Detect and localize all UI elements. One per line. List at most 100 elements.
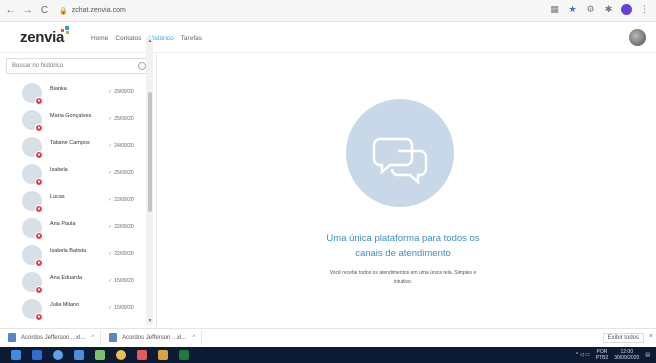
nav-contatos[interactable]: Contatos	[115, 35, 141, 42]
channel-badge-icon: ●	[35, 286, 43, 294]
scroll-down-icon[interactable]: ▼	[147, 318, 153, 324]
back-icon[interactable]: ←	[4, 4, 17, 17]
app-icon[interactable]	[95, 350, 105, 360]
channel-badge-icon: ●	[35, 205, 43, 213]
extension-icon[interactable]: ▦	[549, 4, 560, 15]
contact-date: ✓ 25/09/20	[108, 116, 134, 122]
headline-line-1: Uma única plataforma para todos os	[326, 233, 480, 244]
date-text: 29/09/20	[114, 89, 134, 95]
windows-taskbar: ^ ◁ ▭ POR PTB2 12:00 30/09/2020 ▤	[0, 347, 656, 363]
lock-icon: 🔒	[59, 7, 68, 15]
chat-illustration	[346, 99, 454, 207]
date-text: 22/09/20	[114, 197, 134, 203]
file-icon	[8, 333, 16, 342]
chevron-up-icon[interactable]: ^	[91, 335, 94, 341]
history-sidebar: Buscar no histórico ● Bianka ✓ 29/09/20 ●…	[0, 54, 157, 327]
contact-name: Julia Milano	[50, 302, 80, 308]
scroll-up-icon[interactable]: ▲	[147, 38, 153, 44]
folder-icon[interactable]	[158, 350, 168, 360]
check-icon: ✓	[108, 143, 113, 149]
channel-badge-icon: ●	[35, 232, 43, 240]
language-indicator[interactable]: POR PTB2	[596, 349, 609, 361]
check-icon: ✓	[108, 278, 113, 284]
store-icon[interactable]	[74, 350, 84, 360]
contact-name: Ana Eduarda	[50, 275, 83, 281]
chevron-up-icon[interactable]: ^	[192, 335, 195, 341]
list-item[interactable]: ● Isabela Batista ✓ 22/09/20	[0, 242, 146, 269]
star-icon[interactable]: ★	[567, 4, 578, 15]
app-header: zenvia Home Contatos Histórico Tarefas	[0, 23, 656, 53]
nav-home[interactable]: Home	[91, 35, 108, 42]
logo-mark-icon	[61, 26, 69, 34]
check-icon: ✓	[108, 170, 113, 176]
contact-name: Tatiane Campos	[50, 140, 90, 146]
contact-name: Bianka	[50, 86, 67, 92]
check-icon: ✓	[108, 224, 113, 230]
channel-badge-icon: ●	[35, 259, 43, 267]
task-view-icon[interactable]	[32, 350, 42, 360]
start-icon[interactable]	[11, 350, 21, 360]
show-all-button[interactable]: Exibir todos	[602, 333, 644, 343]
list-item[interactable]: ● Bianka ✓ 29/09/20	[0, 80, 146, 107]
description-line-2: intuitivo.	[393, 279, 413, 285]
channel-badge-icon: ●	[35, 178, 43, 186]
excel-icon[interactable]	[179, 350, 189, 360]
search-input[interactable]: Buscar no histórico	[6, 58, 152, 74]
check-icon: ✓	[108, 251, 113, 257]
clock[interactable]: 12:00 30/09/2020	[614, 349, 639, 361]
empty-state-panel: Uma única plataforma para todos os canai…	[158, 54, 656, 327]
app-icon[interactable]	[137, 350, 147, 360]
user-avatar[interactable]	[629, 29, 646, 46]
date-text: 24/09/20	[114, 143, 134, 149]
file-icon	[109, 333, 118, 342]
puzzle-icon[interactable]: ✱	[603, 4, 614, 15]
list-item[interactable]: ● Tatiane Campos ✓ 24/09/20	[0, 134, 146, 161]
contact-name: Lucas	[50, 194, 65, 200]
contact-name: Isabela Batista	[50, 248, 87, 254]
chrome-icon[interactable]	[116, 350, 126, 360]
channel-badge-icon: ●	[35, 313, 43, 321]
list-item[interactable]: ● Isabela ✓ 25/09/20	[0, 161, 146, 188]
contact-date: ✓ 24/09/20	[108, 143, 134, 149]
check-icon: ✓	[108, 305, 113, 311]
contact-date: ✓ 22/09/20	[108, 224, 134, 230]
scrollbar-thumb[interactable]	[148, 92, 152, 212]
contact-date: ✓ 29/09/20	[108, 89, 134, 95]
download-item[interactable]: Acordos Jefferson ...xl... ^	[109, 330, 203, 345]
forward-icon[interactable]: →	[21, 4, 34, 17]
headline-line-2: canais de atendimento	[355, 248, 451, 259]
list-item[interactable]: ● Lucas ✓ 22/09/20	[0, 188, 146, 215]
empty-state-headline: Uma única plataforma para todos os canai…	[278, 231, 528, 261]
notification-icon[interactable]: ▤	[645, 352, 650, 358]
edge-icon[interactable]	[53, 350, 63, 360]
settings-icon[interactable]: ⚙	[585, 4, 596, 15]
search-icon[interactable]	[138, 62, 146, 70]
list-item[interactable]: ● Maria Gonçalves ✓ 25/09/20	[0, 107, 146, 134]
check-icon: ✓	[108, 197, 113, 203]
close-icon[interactable]: ×	[649, 333, 653, 340]
zenvia-logo[interactable]: zenvia	[20, 26, 69, 46]
downloads-bar: Acordos Jefferson ...xl... ^ Acordos Jef…	[0, 328, 656, 346]
channel-badge-icon: ●	[35, 97, 43, 105]
download-label: Acordos Jefferson ...xl...	[122, 334, 187, 341]
empty-state-description: Você recebe todos os atendimentos em uma…	[318, 269, 488, 287]
list-item[interactable]: ● Ana Paula ✓ 22/09/20	[0, 215, 146, 242]
channel-badge-icon: ●	[35, 151, 43, 159]
list-item[interactable]: ● Julia Milano ✓ 15/09/20	[0, 296, 146, 323]
contact-date: ✓ 15/09/20	[108, 305, 134, 311]
menu-icon[interactable]: ⋮	[639, 4, 650, 15]
nav-tarefas[interactable]: Tarefas	[181, 35, 202, 42]
tray-icons[interactable]: ^ ◁ ▭	[576, 352, 590, 358]
reload-icon[interactable]: C	[38, 4, 51, 17]
list-item[interactable]: ● Ana Eduarda ✓ 15/09/20	[0, 269, 146, 296]
address-bar[interactable]: 🔒 zchat.zenvia.com	[59, 4, 579, 18]
search-placeholder: Buscar no histórico	[12, 63, 64, 69]
download-item[interactable]: Acordos Jefferson ...xl... ^	[8, 330, 102, 345]
date-text: 15/09/20	[114, 305, 134, 311]
contact-name: Maria Gonçalves	[50, 113, 92, 119]
contact-date: ✓ 15/09/20	[108, 278, 134, 284]
browser-toolbar: ← → C 🔒 zchat.zenvia.com ▦ ★ ⚙ ✱ ⋮	[0, 0, 656, 22]
date-text: 15/09/20	[114, 278, 134, 284]
contact-date: ✓ 25/09/20	[108, 170, 134, 176]
profile-icon[interactable]	[621, 4, 632, 15]
